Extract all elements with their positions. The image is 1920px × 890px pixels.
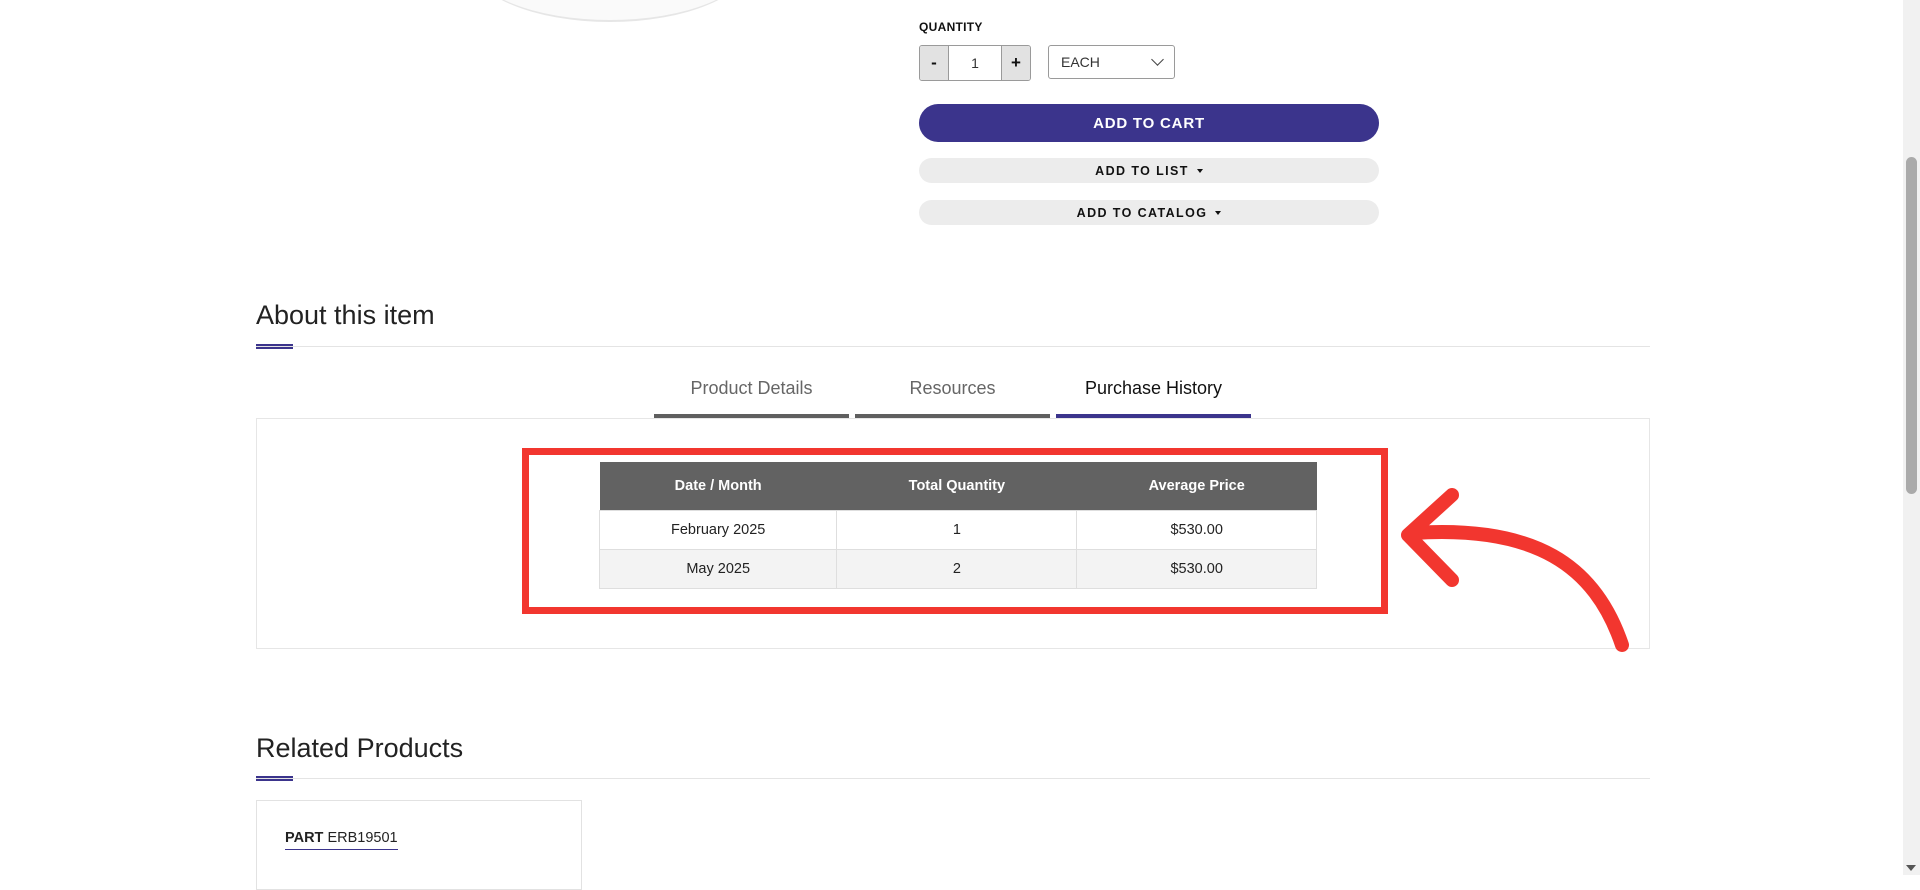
scroll-down-arrow-icon[interactable] [1906,865,1916,871]
increment-button[interactable]: + [1002,46,1030,80]
table-row: May 2025 2 $530.00 [598,549,1317,589]
part-label: PART [285,830,324,846]
add-to-catalog-button[interactable]: ADD TO CATALOG [919,200,1379,225]
tab-purchase-history[interactable]: Purchase History [1056,378,1251,418]
cell-price: $530.00 [1076,549,1317,589]
decrement-button[interactable]: - [920,46,948,80]
add-to-cart-button[interactable]: ADD TO CART [919,104,1379,142]
caret-down-icon [1215,210,1222,215]
tab-resources[interactable]: Resources [855,378,1050,418]
add-to-list-button[interactable]: ADD TO LIST [919,158,1379,183]
related-products-title: Related Products [256,733,464,763]
cell-date: February 2025 [598,510,838,550]
cell-date: May 2025 [598,549,838,589]
quantity-label: QUANTITY [919,20,983,34]
about-divider [256,346,1650,347]
add-to-list-label: ADD TO LIST [1095,163,1189,178]
about-section-title: About this item [256,300,435,330]
column-header-price: Average Price [1076,462,1317,511]
quantity-stepper: - + [919,45,1031,81]
column-header-date: Date / Month [599,462,837,511]
add-to-catalog-label: ADD TO CATALOG [1076,205,1208,220]
cell-price: $530.00 [1076,510,1317,550]
part-number: ERB19501 [327,830,398,846]
cell-quantity: 1 [836,510,1078,550]
quantity-input[interactable] [948,46,1002,80]
vertical-scrollbar[interactable] [1903,0,1920,875]
related-divider [256,778,1650,779]
column-header-quantity: Total Quantity [836,462,1077,511]
purchase-history-table: Date / Month Total Quantity Average Pric… [598,462,1317,589]
unit-of-measure-select[interactable]: EACH [1048,45,1175,79]
table-row: February 2025 1 $530.00 [598,510,1317,550]
related-product-part-link[interactable]: PART ERB19501 [285,830,398,850]
caret-down-icon [1196,168,1203,173]
cell-quantity: 2 [836,549,1078,589]
table-header-row: Date / Month Total Quantity Average Pric… [599,462,1317,511]
scrollbar-thumb[interactable] [1906,157,1917,494]
chevron-down-icon [1151,53,1164,66]
product-image [470,0,750,22]
unit-of-measure-value: EACH [1061,54,1100,70]
tab-product-details[interactable]: Product Details [654,378,849,418]
add-to-cart-label: ADD TO CART [1093,114,1205,132]
annotation-arrow-icon [1401,488,1629,652]
